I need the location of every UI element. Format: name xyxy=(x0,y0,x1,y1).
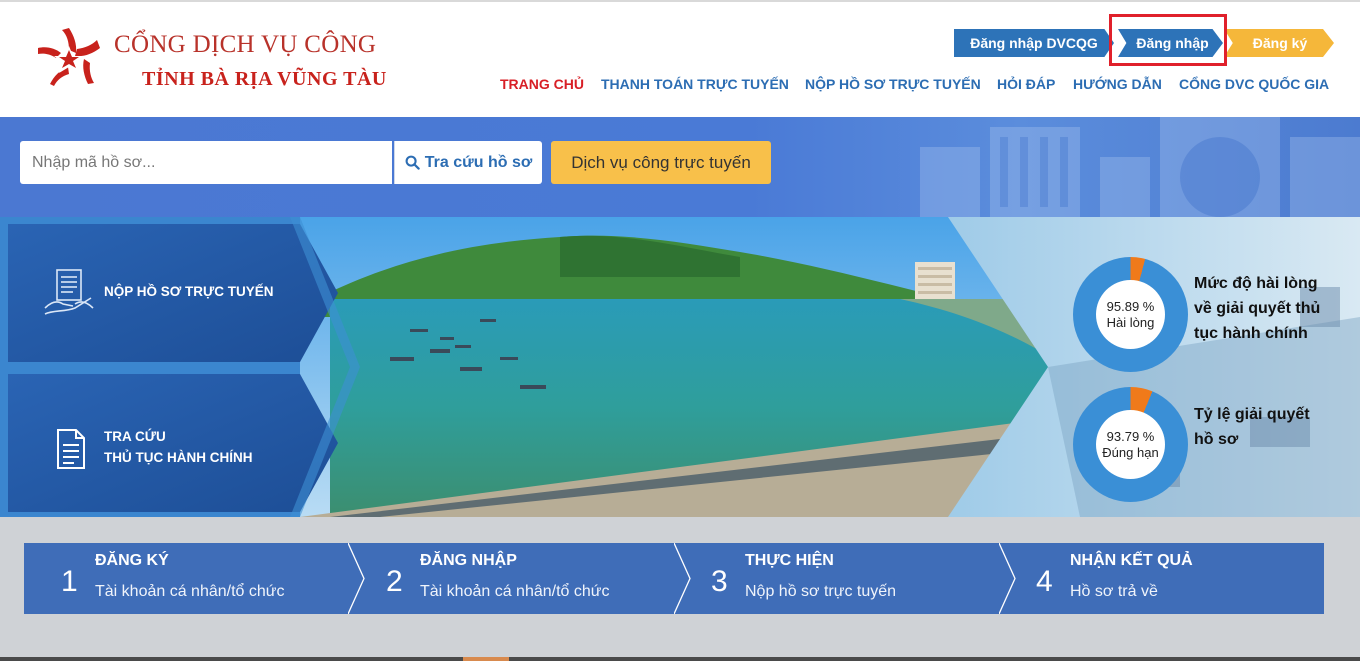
satisfaction-label: Hài lòng xyxy=(1106,314,1155,330)
ontime-label: Đúng hạn xyxy=(1102,444,1159,460)
lookup-button[interactable]: Tra cứu hồ sơ xyxy=(394,141,542,184)
step-desc: Tài khoản cá nhân/tổ chức xyxy=(95,583,285,600)
step-title: NHẬN KẾT QUẢ xyxy=(1070,552,1193,569)
register-button[interactable]: Đăng ký xyxy=(1224,29,1334,57)
step-title: THỰC HIỆN xyxy=(745,552,834,569)
step-title: ĐĂNG NHẬP xyxy=(420,552,517,569)
nav-faq[interactable]: HỎI ĐÁP xyxy=(997,76,1055,92)
step-register: 1 ĐĂNG KÝ Tài khoản cá nhân/tổ chức xyxy=(24,543,349,614)
online-services-button[interactable]: Dịch vụ công trực tuyến xyxy=(551,141,771,184)
ontime-donut: 93.79 % Đúng hạn xyxy=(1073,387,1188,502)
submit-online-tile[interactable]: NỘP HỒ SƠ TRỰC TUYẾN xyxy=(8,224,338,362)
bottom-strip xyxy=(0,657,1360,661)
nav-guide[interactable]: HƯỚNG DẪN xyxy=(1073,76,1162,92)
procedure-lookup-label-1: TRA CỨU xyxy=(104,429,166,444)
document-hand-icon xyxy=(44,269,94,315)
step-desc: Nộp hồ sơ trực tuyến xyxy=(745,583,897,600)
step-number: 3 xyxy=(711,565,728,598)
step-number: 2 xyxy=(386,565,403,598)
nav-submit-online[interactable]: NỘP HỒ SƠ TRỰC TUYẾN xyxy=(805,76,981,92)
brand-subtitle: TỈNH BÀ RỊA VŨNG TÀU xyxy=(142,68,387,90)
nav-online-payment[interactable]: THANH TOÁN TRỰC TUYẾN xyxy=(601,76,789,92)
step-perform: 3 THỰC HIỆN Nộp hồ sơ trực tuyến xyxy=(674,543,999,614)
site-header: CỔNG DỊCH VỤ CÔNG TỈNH BÀ RỊA VŨNG TÀU Đ… xyxy=(0,0,1360,117)
satisfaction-donut: 95.89 % Hài lòng xyxy=(1073,257,1188,372)
search-icon xyxy=(405,155,420,170)
search-input[interactable] xyxy=(20,141,392,184)
satisfaction-percent: 95.89 % xyxy=(1106,298,1155,314)
step-number: 1 xyxy=(61,565,78,598)
procedure-lookup-label-2: THỦ TỤC HÀNH CHÍNH xyxy=(104,450,253,465)
steps-band: 1 ĐĂNG KÝ Tài khoản cá nhân/tổ chức 2 ĐĂ… xyxy=(0,517,1360,661)
step-desc: Tài khoản cá nhân/tổ chức xyxy=(420,583,610,600)
steps-bar: 1 ĐĂNG KÝ Tài khoản cá nhân/tổ chức 2 ĐĂ… xyxy=(24,543,1324,614)
lookup-button-label: Tra cứu hồ sơ xyxy=(424,153,533,171)
logo-icon[interactable] xyxy=(36,26,102,88)
brand-title: CỔNG DỊCH VỤ CÔNG xyxy=(114,31,377,58)
document-list-icon xyxy=(57,429,85,469)
step-receive: 4 NHẬN KẾT QUẢ Hồ sơ trả về xyxy=(999,543,1324,614)
satisfaction-title: Mức độ hài lòng về giải quyết thủ tục hà… xyxy=(1194,275,1321,342)
city-background-image xyxy=(920,117,1360,217)
login-dvcqg-button[interactable]: Đăng nhập DVCQG xyxy=(954,29,1114,57)
procedure-lookup-tile[interactable]: TRA CỨU THỦ TỤC HÀNH CHÍNH xyxy=(8,374,338,512)
submit-online-label: NỘP HỒ SƠ TRỰC TUYẾN xyxy=(104,284,274,299)
step-title: ĐĂNG KÝ xyxy=(95,552,169,569)
step-login: 2 ĐĂNG NHẬP Tài khoản cá nhân/tổ chức xyxy=(349,543,674,614)
nav-national-portal[interactable]: CỔNG DVC QUỐC GIA xyxy=(1179,76,1329,92)
nav-home[interactable]: TRANG CHỦ xyxy=(500,76,584,92)
step-desc: Hồ sơ trả về xyxy=(1070,583,1158,600)
login-highlight-box xyxy=(1109,14,1227,66)
hero-banner: NỘP HỒ SƠ TRỰC TUYẾN TRA CỨU THỦ TỤC HÀN… xyxy=(0,217,1360,517)
step-number: 4 xyxy=(1036,565,1053,598)
ontime-percent: 93.79 % xyxy=(1106,428,1155,444)
search-band: Tra cứu hồ sơ Dịch vụ công trực tuyến xyxy=(0,117,1360,217)
ontime-title: Tỷ lệ giải quyết hồ sơ xyxy=(1194,406,1310,448)
